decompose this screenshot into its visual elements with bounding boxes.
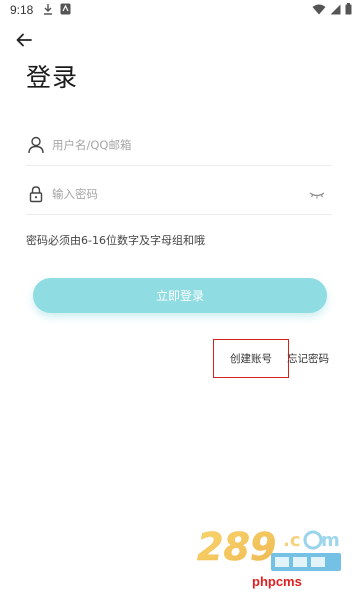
password-input[interactable] [52,183,302,205]
eye-closed-icon[interactable] [308,187,326,201]
login-button[interactable]: 立即登录 [33,278,327,313]
svg-text:m: m [321,530,340,551]
page-title: 登录 [26,63,79,92]
svg-text:.c: .c [283,530,301,551]
user-icon [28,136,44,154]
password-hint: 密码必须由6-16位数字及字母组和哦 [26,234,205,247]
wifi-icon [312,4,326,14]
arrow-left-icon [16,33,32,47]
battery-icon [345,3,352,15]
status-right [312,3,352,15]
app-notification-icon [60,3,71,15]
password-field[interactable] [26,175,332,215]
signal-icon [330,4,341,14]
status-bar: 9:18 [0,0,360,20]
svg-text:289: 289 [197,525,276,569]
watermark-logo: 289 .c m [197,525,341,571]
back-button[interactable] [12,28,36,52]
download-icon [44,4,52,15]
create-account-link[interactable]: 创建账号 [213,339,289,378]
lock-icon [29,186,43,203]
username-input[interactable] [52,134,302,156]
watermark-site: phpcms [252,574,302,589]
username-field[interactable] [26,126,332,166]
status-time: 9:18 [10,3,34,17]
forgot-password-link[interactable]: 忘记密码 [287,351,329,366]
